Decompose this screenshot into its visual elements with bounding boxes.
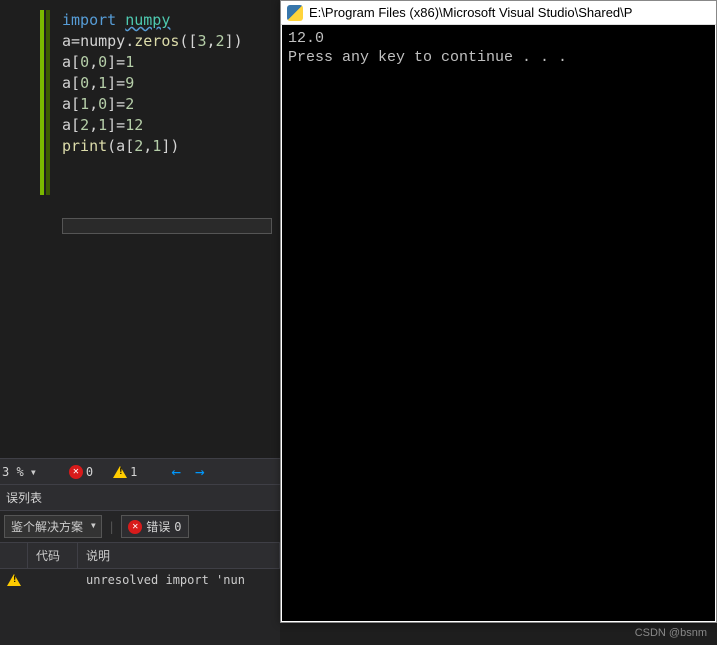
zoom-level[interactable]: 3 %	[2, 465, 24, 479]
warning-icon	[113, 466, 127, 478]
warning-count-value: 1	[130, 465, 137, 479]
error-icon: ✕	[69, 465, 83, 479]
error-count-value: 0	[86, 465, 93, 479]
watermark: CSDN @bsnm	[635, 627, 707, 639]
change-gutter	[40, 10, 44, 195]
code-editor[interactable]: import numpya=numpy.zeros([3,2])a[0,0]=1…	[0, 0, 280, 460]
warning-count[interactable]: 1	[113, 465, 137, 479]
col-description[interactable]: 说明	[78, 543, 280, 568]
change-gutter-inner	[46, 10, 50, 195]
error-count[interactable]: ✕ 0	[69, 465, 93, 479]
python-icon	[287, 5, 303, 21]
editor-pane: import numpya=numpy.zeros([3,2])a[0,0]=1…	[0, 0, 280, 645]
code-line[interactable]: a=numpy.zeros([3,2])	[62, 31, 243, 52]
code-line[interactable]: a[1,0]=2	[62, 94, 243, 115]
code-line[interactable]: print(a[2,1])	[62, 136, 243, 157]
errors-filter-count: 0	[174, 520, 181, 534]
error-icon: ✕	[128, 520, 142, 534]
code-line[interactable]: a[2,1]=12	[62, 115, 243, 136]
toolbar-divider: |	[108, 520, 115, 534]
scope-dropdown-label: 鉴个解决方案	[11, 520, 83, 534]
error-table-header: 代码 说明	[0, 543, 280, 569]
error-list-title: 误列表	[0, 485, 280, 511]
table-row[interactable]: unresolved import 'nun	[0, 569, 280, 591]
editor-status-bar: 3 % ▾ ✕ 0 1 ← →	[0, 458, 280, 484]
error-list-toolbar: 鉴个解决方案 | ✕ 错误 0	[0, 511, 280, 543]
error-list-panel: 误列表 鉴个解决方案 | ✕ 错误 0 代码 说明 unresolved imp…	[0, 484, 280, 645]
console-window: E:\Program Files (x86)\Microsoft Visual …	[280, 0, 717, 623]
code-lines[interactable]: import numpya=numpy.zeros([3,2])a[0,0]=1…	[62, 10, 243, 157]
zoom-dropdown-icon[interactable]: ▾	[30, 465, 37, 479]
scope-dropdown[interactable]: 鉴个解决方案	[4, 515, 102, 538]
code-line[interactable]: a[0,1]=9	[62, 73, 243, 94]
error-table-body: unresolved import 'nun	[0, 569, 280, 591]
console-titlebar[interactable]: E:\Program Files (x86)\Microsoft Visual …	[281, 1, 716, 25]
console-title: E:\Program Files (x86)\Microsoft Visual …	[309, 5, 632, 20]
col-code[interactable]: 代码	[28, 543, 78, 568]
code-line[interactable]: a[0,0]=1	[62, 52, 243, 73]
console-output[interactable]: 12.0 Press any key to continue . . .	[282, 25, 715, 621]
code-line[interactable]: import numpy	[62, 10, 243, 31]
horizontal-scrollbar[interactable]	[62, 218, 272, 234]
row-description: unresolved import 'nun	[78, 573, 280, 587]
errors-filter-button[interactable]: ✕ 错误 0	[121, 515, 188, 538]
nav-back-icon[interactable]: ←	[167, 462, 185, 481]
col-severity[interactable]	[0, 543, 28, 568]
nav-forward-icon[interactable]: →	[191, 462, 209, 481]
errors-filter-label: 错误	[146, 518, 170, 535]
warning-icon	[7, 574, 21, 586]
